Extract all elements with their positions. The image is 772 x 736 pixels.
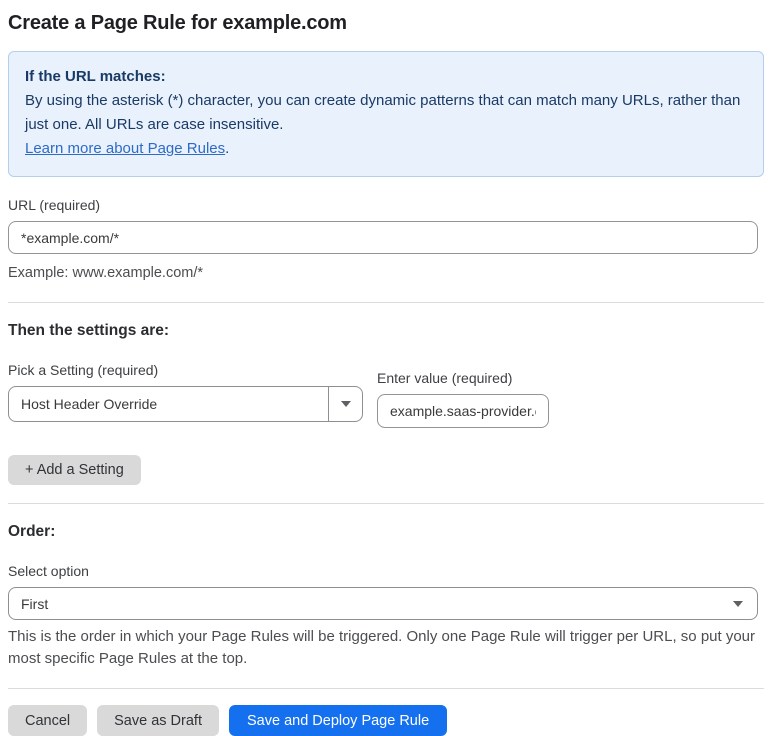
settings-section-heading: Then the settings are: xyxy=(8,322,170,339)
order-section-heading: Order: xyxy=(8,523,56,540)
pick-setting-select[interactable]: Host Header Override xyxy=(8,386,363,422)
divider xyxy=(8,302,764,303)
add-setting-button[interactable]: + Add a Setting xyxy=(8,455,141,485)
order-select-label: Select option xyxy=(8,563,89,579)
url-match-info-box: If the URL matches: By using the asteris… xyxy=(8,51,764,177)
divider xyxy=(8,688,764,689)
save-as-draft-button[interactable]: Save as Draft xyxy=(97,705,219,736)
learn-more-link[interactable]: Learn more about Page Rules xyxy=(25,140,225,157)
caret-down-icon xyxy=(733,600,743,607)
enter-value-column: Enter value (required) xyxy=(377,362,549,428)
caret-down-icon xyxy=(340,401,351,407)
pick-setting-selected-value: Host Header Override xyxy=(21,396,158,412)
pick-setting-column: Pick a Setting (required) Host Header Ov… xyxy=(8,362,363,422)
info-box-heading: If the URL matches: xyxy=(25,68,166,85)
info-box-body-text: By using the asterisk (*) character, you… xyxy=(25,92,741,133)
setting-value-input[interactable] xyxy=(377,394,549,428)
enter-value-label: Enter value (required) xyxy=(377,370,513,386)
order-helper-text: This is the order in which your Page Rul… xyxy=(8,628,756,667)
pick-setting-label: Pick a Setting (required) xyxy=(8,362,159,378)
save-and-deploy-button[interactable]: Save and Deploy Page Rule xyxy=(228,705,448,736)
page-title: Create a Page Rule for example.com xyxy=(8,12,347,34)
order-select[interactable]: First xyxy=(8,587,758,620)
cancel-button[interactable]: Cancel xyxy=(8,705,88,736)
form-actions: Cancel Save as Draft Save and Deploy Pag… xyxy=(8,705,764,736)
link-period: . xyxy=(225,140,230,157)
order-dropdown-arrow xyxy=(733,600,757,607)
info-box-body: By using the asterisk (*) character, you… xyxy=(25,89,747,161)
setting-row: Pick a Setting (required) Host Header Ov… xyxy=(8,362,764,428)
order-selected-value: First xyxy=(21,595,49,612)
url-field-label: URL (required) xyxy=(8,197,101,213)
url-input[interactable] xyxy=(8,221,758,254)
url-example-helper: Example: www.example.com/* xyxy=(8,265,204,281)
create-page-rule-panel: Create a Page Rule for example.com If th… xyxy=(0,0,772,736)
divider xyxy=(8,503,764,504)
pick-setting-dropdown-button[interactable] xyxy=(328,387,362,421)
